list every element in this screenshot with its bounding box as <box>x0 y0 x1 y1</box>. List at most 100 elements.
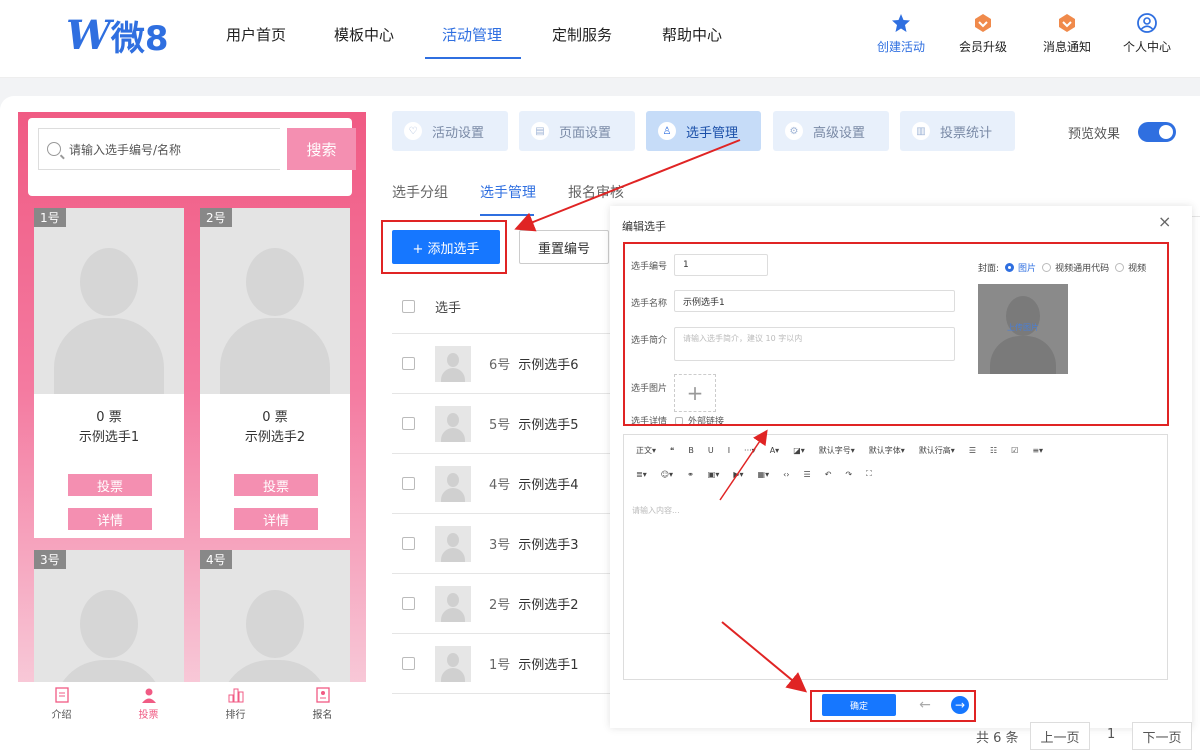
toolbar-button[interactable]: ↶ <box>825 470 832 479</box>
row-checkbox[interactable] <box>402 597 415 610</box>
contestant-card[interactable]: 2号 0 票 示例选手2 投票 详情 <box>200 208 350 538</box>
row-checkbox[interactable] <box>402 477 415 490</box>
toolbar-button[interactable]: 正文▾ <box>636 445 656 456</box>
radio-video[interactable] <box>1115 263 1125 272</box>
step-contestant-management[interactable]: ♙ 选手管理 <box>646 111 761 151</box>
row-checkbox[interactable] <box>402 537 415 550</box>
row-number: 3号 <box>489 538 511 553</box>
toolbar-button[interactable]: ☰ <box>804 470 811 479</box>
table-row[interactable]: 3号 示例选手3 <box>392 514 610 574</box>
vote-button[interactable]: 投票 <box>68 474 152 496</box>
prev-page-button[interactable]: 上一页 <box>1030 722 1090 750</box>
row-checkbox[interactable] <box>402 357 415 370</box>
intro-textarea[interactable]: 请输入选手简介，建议 10 字以内 <box>674 327 955 361</box>
detail-button[interactable]: 详情 <box>68 508 152 530</box>
step-page-settings[interactable]: ▤ 页面设置 <box>519 111 635 151</box>
tab-signup[interactable]: 报名 <box>279 682 366 726</box>
toolbar-button[interactable]: ❝ <box>670 446 674 455</box>
toolbar-button[interactable]: ◪▾ <box>793 446 805 455</box>
tab-intro[interactable]: 介绍 <box>18 682 105 726</box>
radio-video-label: 视频 <box>1128 264 1147 274</box>
toolbar-button[interactable]: ···▾ <box>744 446 756 455</box>
step-activity-settings[interactable]: ♡ 活动设置 <box>392 111 508 151</box>
detail-button[interactable]: 详情 <box>234 508 318 530</box>
table-row[interactable]: 1号 示例选手1 <box>392 634 610 694</box>
nav-home[interactable]: 用户首页 <box>226 24 286 45</box>
profile-button[interactable]: 个人中心 <box>1116 12 1178 55</box>
step-vote-statistics[interactable]: ▥ 投票统计 <box>900 111 1015 151</box>
phone-search-input[interactable]: 请输入选手编号/名称 <box>38 128 280 170</box>
toolbar-button[interactable]: A▾ <box>770 446 780 455</box>
image-upload-button[interactable]: + <box>674 374 716 412</box>
user-icon <box>140 686 158 704</box>
toolbar-button[interactable]: ▶▾ <box>733 470 743 479</box>
external-link-checkbox[interactable] <box>675 416 683 425</box>
subtab-review[interactable]: 报名审核 <box>568 182 624 202</box>
nav-templates[interactable]: 模板中心 <box>334 24 394 45</box>
toolbar-button[interactable]: ↷ <box>845 470 852 479</box>
tab-signup-label: 报名 <box>312 710 333 721</box>
tab-intro-label: 介绍 <box>51 710 72 721</box>
number-input[interactable]: 1 <box>674 254 768 276</box>
next-arrow-icon[interactable]: → <box>951 696 969 714</box>
vote-button[interactable]: 投票 <box>234 474 318 496</box>
row-number: 6号 <box>489 358 511 373</box>
reset-number-button[interactable]: 重置编号 <box>519 230 609 264</box>
toolbar-button[interactable]: ▦▾ <box>758 470 770 479</box>
intro-label: 选手简介 <box>631 336 668 346</box>
toolbar-button[interactable]: ▣▾ <box>708 470 720 479</box>
radio-video-code[interactable] <box>1042 263 1052 272</box>
table-row[interactable]: 5号 示例选手5 <box>392 394 610 454</box>
toolbar-button[interactable]: ≣▾ <box>636 470 647 479</box>
toolbar-button[interactable]: B <box>688 446 694 455</box>
toolbar-button[interactable]: 默认字号▾ <box>819 445 855 456</box>
row-checkbox[interactable] <box>402 657 415 670</box>
toolbar-button[interactable]: ☺▾ <box>661 470 673 479</box>
nav-activity-management[interactable]: 活动管理 <box>442 24 502 45</box>
step-advanced-settings[interactable]: ⚙ 高级设置 <box>773 111 889 151</box>
current-page[interactable]: 1 <box>1107 727 1115 742</box>
toolbar-button[interactable]: 默认字体▾ <box>869 445 905 456</box>
table-row[interactable]: 2号 示例选手2 <box>392 574 610 634</box>
external-link-option[interactable]: 外部链接 <box>675 414 724 427</box>
name-input[interactable]: 示例选手1 <box>674 290 955 312</box>
radio-image[interactable] <box>1005 263 1015 272</box>
toolbar-button[interactable]: ≡▾ <box>1032 446 1043 455</box>
create-activity-button[interactable]: 创建活动 <box>866 12 936 55</box>
contestant-card[interactable]: 1号 0 票 示例选手1 投票 详情 <box>34 208 184 538</box>
preview-toggle[interactable] <box>1138 122 1176 142</box>
table-row[interactable]: 6号 示例选手6 <box>392 334 610 394</box>
select-all-checkbox[interactable] <box>402 300 415 313</box>
next-page-button[interactable]: 下一页 <box>1132 722 1192 750</box>
toolbar-button[interactable]: U <box>708 446 714 455</box>
phone-search-button[interactable]: 搜索 <box>287 128 356 170</box>
table-row[interactable]: 4号 示例选手4 <box>392 454 610 514</box>
row-checkbox[interactable] <box>402 417 415 430</box>
cover-image-upload[interactable]: 上传图片 <box>978 284 1068 374</box>
subtab-contestants[interactable]: 选手管理 <box>480 182 536 202</box>
toolbar-button[interactable]: ⚭ <box>687 470 694 479</box>
add-contestant-button[interactable]: + 添加选手 <box>392 230 500 264</box>
brand-logo[interactable]: W 微8 <box>66 12 169 59</box>
toolbar-button[interactable]: ‹› <box>783 470 789 479</box>
tab-ranking[interactable]: 排行 <box>192 682 279 726</box>
nav-custom-service[interactable]: 定制服务 <box>552 24 612 45</box>
rich-text-editor[interactable]: 正文▾ ❝ B U I ···▾ A▾ ◪▾ 默认字号▾ 默认字体▾ 默认行高▾… <box>623 434 1168 680</box>
toolbar-button[interactable]: ☰ <box>969 446 976 455</box>
toolbar-button[interactable]: ⛶ <box>866 469 872 479</box>
subtab-groups[interactable]: 选手分组 <box>392 182 448 202</box>
member-upgrade-button[interactable]: 会员升级 <box>952 12 1014 55</box>
close-icon[interactable]: × <box>1158 212 1171 231</box>
notifications-button[interactable]: 消息通知 <box>1036 12 1098 55</box>
confirm-button[interactable]: 确定 <box>822 694 896 716</box>
toolbar-button[interactable]: ☷ <box>990 446 997 455</box>
ranking-icon <box>227 686 245 704</box>
step-label: 高级设置 <box>813 125 866 141</box>
nav-help-center[interactable]: 帮助中心 <box>662 24 722 45</box>
tab-vote[interactable]: 投票 <box>105 682 192 726</box>
toolbar-button[interactable]: ☑ <box>1011 446 1018 455</box>
prev-arrow-icon[interactable]: ← <box>916 696 934 714</box>
toolbar-button[interactable]: I <box>728 446 730 455</box>
toolbar-button[interactable]: 默认行高▾ <box>919 445 955 456</box>
phone-preview: 请输入选手编号/名称 搜索 1号 0 票 示例选手1 投票 详情 2号 0 票 … <box>18 112 366 724</box>
